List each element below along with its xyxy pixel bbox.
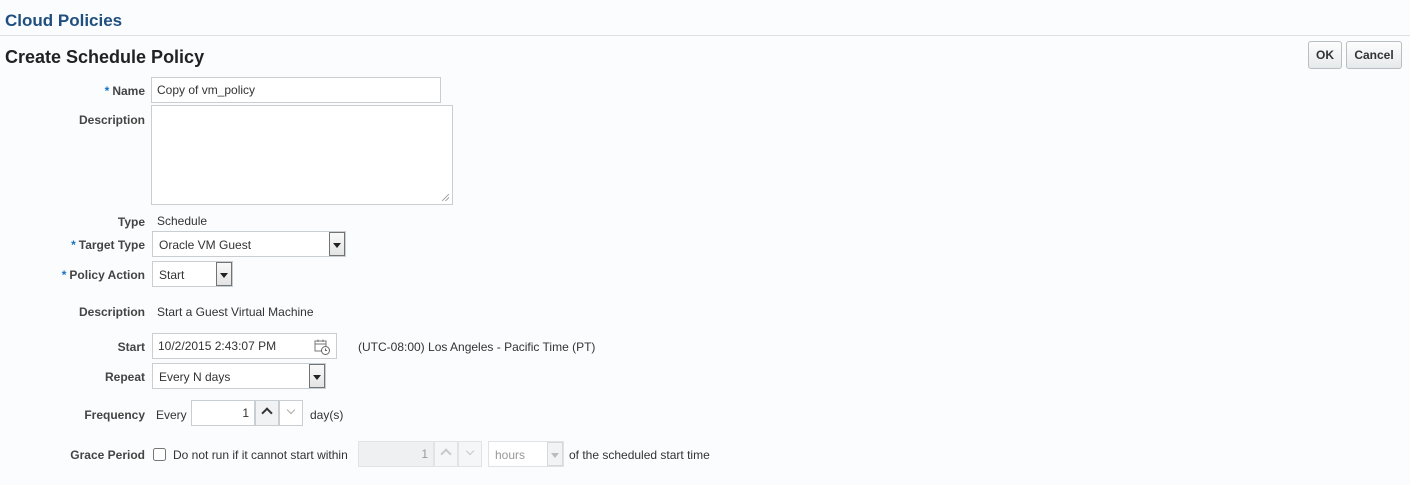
title-divider <box>0 35 1410 36</box>
target-type-value: Oracle VM Guest <box>159 238 252 252</box>
policy-action-label: * Policy Action <box>61 268 145 282</box>
decrement-icon[interactable] <box>279 400 303 426</box>
chevron-down-icon[interactable] <box>329 232 345 256</box>
required-marker: * <box>61 268 67 282</box>
description-label: Description <box>78 113 145 127</box>
grace-period-input[interactable] <box>358 441 434 467</box>
grace-period-suffix: of the scheduled start time <box>569 448 710 462</box>
grace-period-unit-select[interactable]: hours <box>488 441 564 467</box>
name-label: * Name <box>104 84 145 98</box>
description-textarea[interactable] <box>151 105 453 205</box>
increment-icon[interactable] <box>434 441 458 467</box>
action-description-label: Description <box>78 305 145 319</box>
required-marker: * <box>104 84 110 98</box>
frequency-unit: day(s) <box>310 408 344 422</box>
chevron-down-icon[interactable] <box>216 262 232 286</box>
repeat-value: Every N days <box>159 370 231 384</box>
chevron-down-icon[interactable] <box>309 364 325 388</box>
start-label: Start <box>117 340 145 354</box>
frequency-label: Frequency <box>84 408 145 422</box>
start-datetime-input[interactable] <box>152 333 337 359</box>
ok-button[interactable]: OK <box>1308 41 1342 69</box>
page-title: Create Schedule Policy <box>5 47 205 67</box>
app-title: Cloud Policies <box>5 11 123 30</box>
resize-grip-icon[interactable] <box>442 194 449 201</box>
frequency-prefix: Every <box>156 408 187 422</box>
policy-action-value: Start <box>159 268 185 282</box>
grace-period-text: Do not run if it cannot start within <box>173 448 348 462</box>
name-input[interactable] <box>151 77 441 103</box>
repeat-select[interactable]: Every N days <box>152 363 326 389</box>
grace-period-label: Grace Period <box>70 448 145 462</box>
policy-action-select[interactable]: Start <box>152 261 233 287</box>
calendar-clock-icon[interactable] <box>314 339 330 355</box>
grace-period-checkbox[interactable] <box>153 448 166 461</box>
repeat-label: Repeat <box>104 370 145 384</box>
increment-icon[interactable] <box>255 400 279 426</box>
target-type-label: * Target Type <box>71 238 145 252</box>
decrement-icon[interactable] <box>458 441 482 467</box>
type-label: Type <box>117 215 145 229</box>
chevron-down-icon[interactable] <box>547 442 563 466</box>
frequency-input[interactable] <box>191 400 255 426</box>
target-type-select[interactable]: Oracle VM Guest <box>152 231 346 257</box>
timezone-text: (UTC-08:00) Los Angeles - Pacific Time (… <box>358 340 596 354</box>
type-value: Schedule <box>157 214 208 228</box>
cancel-button[interactable]: Cancel <box>1346 41 1402 69</box>
action-description-value: Start a Guest Virtual Machine <box>157 305 314 319</box>
required-marker: * <box>71 238 76 252</box>
grace-period-unit-value: hours <box>495 448 526 462</box>
